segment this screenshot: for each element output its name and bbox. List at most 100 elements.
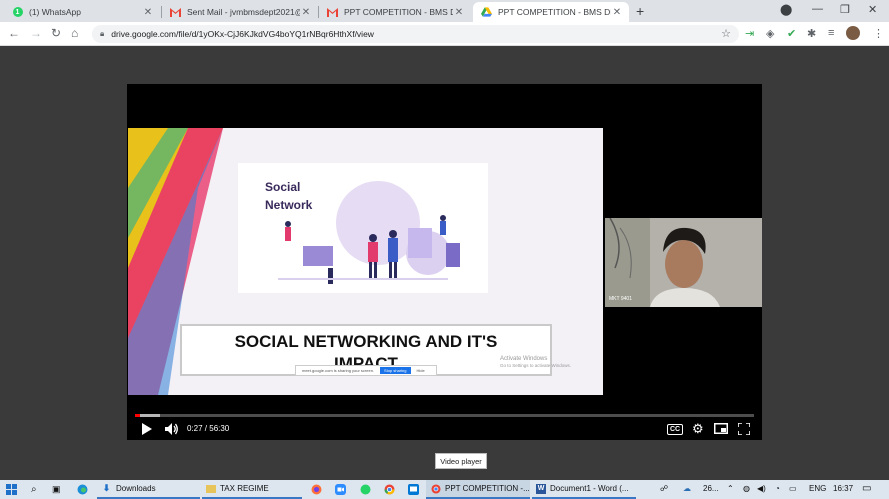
show-hidden-icons[interactable]: ⌃: [727, 484, 734, 493]
word-icon: W: [536, 483, 546, 494]
activate-windows-watermark: Activate Windows Go to Settings to activ…: [500, 356, 571, 368]
bookmark-star-icon[interactable]: ☆: [721, 27, 731, 40]
restore-icon[interactable]: ❐: [840, 3, 850, 16]
reading-list-icon[interactable]: ≡: [828, 27, 834, 39]
taskbar-label: Downloads: [116, 484, 156, 493]
chrome-icon: [430, 483, 441, 494]
slide-heading: Social Network: [265, 178, 312, 214]
weather-temperature[interactable]: 26...: [703, 484, 719, 493]
reload-icon[interactable]: ↻: [51, 26, 61, 40]
volume-icon[interactable]: [165, 423, 179, 435]
tab-title: PPT COMPETITION - BMS DEPAR: [344, 7, 453, 17]
folder-icon: [206, 484, 216, 493]
webcam-feed: MKT 9401: [605, 218, 762, 307]
gmail-icon: [327, 7, 338, 18]
remote-desktop-icon[interactable]: [408, 480, 419, 499]
taskbar-downloads[interactable]: ⬇ Downloads: [97, 480, 200, 499]
extensions-puzzle-icon[interactable]: ✱: [807, 27, 816, 40]
captions-icon[interactable]: CC: [667, 424, 684, 435]
tab-ppt-competition-drive[interactable]: PPT COMPETITION - BMS DEPAR ✕: [473, 2, 629, 22]
tooltip-text: Video player: [440, 456, 482, 466]
address-bar[interactable]: 🔒︎ drive.google.com/file/d/1yOKx-CjJ6KJk…: [92, 25, 739, 43]
people-icon[interactable]: ☍: [660, 484, 668, 493]
language-indicator[interactable]: ENG: [809, 484, 826, 493]
video-time: 0:27 / 56:30: [187, 424, 230, 433]
tab-sent-mail[interactable]: Sent Mail - jvmbmsdept2021@g ✕: [162, 2, 318, 22]
whatsapp-icon: 1: [12, 7, 23, 18]
extension-check-icon[interactable]: ✔: [787, 27, 796, 40]
fullscreen-icon[interactable]: [738, 423, 750, 435]
screen-share-notice: meet.google.com is sharing your screen. …: [295, 365, 437, 376]
video-player-tooltip: Video player: [435, 453, 487, 469]
whatsapp-taskbar-icon[interactable]: [360, 480, 371, 499]
edge-icon[interactable]: [77, 480, 88, 499]
taskbar-chrome-ppt[interactable]: PPT COMPETITION -...: [426, 480, 530, 499]
close-window-icon[interactable]: ✕: [868, 3, 877, 16]
taskbar-label: Document1 - Word (...: [550, 484, 629, 493]
slide-title-line1: SOCIAL NETWORKING AND IT'S: [234, 332, 498, 351]
shared-slide: Social Network SOCIAL NETWORKING AND IT'…: [128, 128, 603, 395]
tab-whatsapp[interactable]: 1 (1) WhatsApp ✕: [4, 2, 160, 22]
participant-name: MKT 9401: [609, 296, 632, 302]
tab-title: Sent Mail - jvmbmsdept2021@g: [187, 7, 300, 17]
profile-avatar[interactable]: [846, 26, 860, 40]
start-button[interactable]: [6, 480, 17, 499]
video-progress-bar[interactable]: [135, 414, 754, 417]
close-tab-icon[interactable]: ✕: [300, 7, 312, 18]
clock[interactable]: 16:37: [833, 484, 853, 493]
hide-button: Hide: [416, 368, 425, 373]
firefox-icon[interactable]: [311, 480, 322, 499]
tab-title: (1) WhatsApp: [29, 7, 81, 17]
play-icon[interactable]: [141, 423, 152, 435]
taskbar-label: TAX REGIME: [220, 484, 269, 493]
extension-arrow-icon[interactable]: ⇥: [745, 27, 754, 40]
chrome-taskbar-icon[interactable]: [384, 480, 395, 499]
home-icon[interactable]: ⌂: [71, 26, 78, 40]
browser-tab-strip: 1 (1) WhatsApp ✕ Sent Mail - jvmbmsdept2…: [0, 0, 889, 22]
back-icon[interactable]: ←: [8, 26, 20, 40]
keyboard-icon[interactable]: ▭: [789, 484, 797, 493]
gmail-icon: [170, 7, 181, 18]
menu-icon[interactable]: ⋮: [873, 27, 884, 40]
lock-icon: 🔒︎: [100, 29, 105, 38]
whatsapp-badge: 1: [12, 7, 23, 17]
new-tab-icon[interactable]: +: [636, 3, 644, 19]
windows-logo-icon: [6, 484, 17, 495]
google-drive-icon: [481, 7, 492, 18]
close-tab-icon[interactable]: ✕: [453, 7, 465, 18]
close-tab-icon[interactable]: ✕: [142, 7, 154, 18]
weather-icon[interactable]: ☁: [683, 484, 691, 493]
stop-sharing-button: Stop sharing: [380, 367, 411, 374]
browser-toolbar: ← → ↻ ⌂ 🔒︎ drive.google.com/file/d/1yOKx…: [0, 22, 889, 46]
windows-taskbar: ⌕ ▣ ⬇ Downloads TAX REGIME PPT COMPETITI…: [0, 480, 889, 499]
video-player[interactable]: Social Network SOCIAL NETWORKING AND IT'…: [127, 84, 762, 440]
taskbar-label: PPT COMPETITION -...: [445, 484, 530, 493]
tab-search-icon[interactable]: ⬤: [780, 3, 792, 16]
extension-shield-icon[interactable]: ◈: [766, 27, 774, 40]
notifications-icon[interactable]: ▭: [862, 483, 871, 494]
tab-ppt-competition-mail[interactable]: PPT COMPETITION - BMS DEPAR ✕: [319, 2, 471, 22]
slide-heading-line1: Social: [265, 180, 301, 194]
taskbar-word-document[interactable]: W Document1 - Word (...: [532, 480, 636, 499]
minimize-icon[interactable]: —: [812, 3, 823, 15]
url-text: drive.google.com/file/d/1yOKx-CjJ6KJkdVG…: [111, 29, 374, 39]
search-icon[interactable]: ⌕: [31, 480, 37, 499]
share-notice-text: meet.google.com is sharing your screen.: [302, 368, 375, 373]
miniplayer-icon[interactable]: [714, 423, 728, 434]
activate-subtitle: Go to Settings to activate Windows.: [500, 363, 572, 368]
taskbar-tax-regime[interactable]: TAX REGIME: [202, 480, 302, 499]
close-tab-icon[interactable]: ✕: [611, 7, 623, 18]
presenter-image: [605, 218, 762, 307]
slide-heading-line2: Network: [265, 198, 313, 212]
settings-gear-icon[interactable]: ⚙: [692, 421, 704, 437]
zoom-icon[interactable]: [335, 480, 346, 499]
tab-title: PPT COMPETITION - BMS DEPAR: [498, 7, 611, 17]
played-bar: [135, 414, 140, 417]
volume-tray-icon[interactable]: ◀): [757, 484, 766, 493]
onedrive-icon[interactable]: ◍: [743, 484, 750, 493]
forward-icon[interactable]: →: [30, 26, 42, 40]
task-view-icon[interactable]: ▣: [52, 480, 61, 499]
activate-title: Activate Windows: [500, 356, 548, 362]
buffered-bar: [140, 414, 160, 417]
network-icon[interactable]: ◔: [775, 484, 780, 493]
